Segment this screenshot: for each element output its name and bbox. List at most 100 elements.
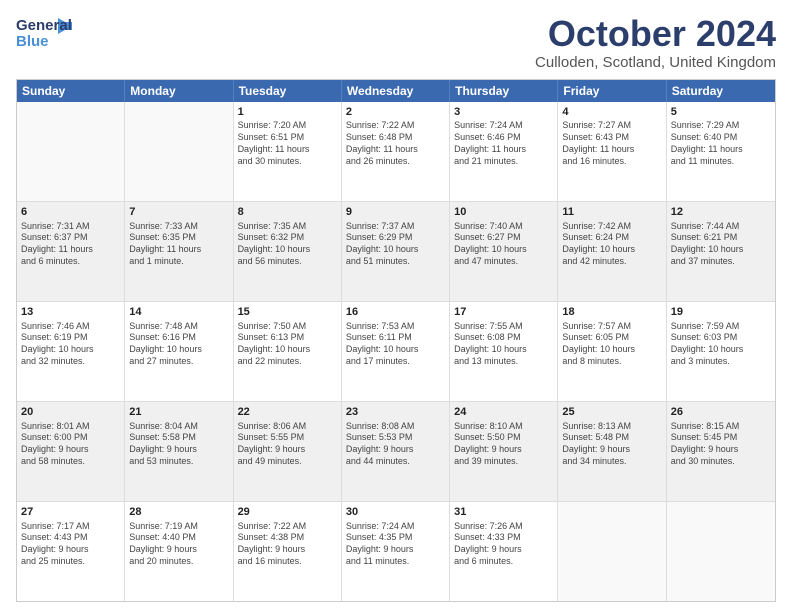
day-cell-22: 22Sunrise: 8:06 AMSunset: 5:55 PMDayligh… bbox=[234, 402, 342, 501]
title-area: October 2024 Culloden, Scotland, United … bbox=[535, 14, 776, 71]
cell-info: Sunrise: 7:40 AMSunset: 6:27 PMDaylight:… bbox=[454, 221, 553, 268]
cell-info: Sunrise: 7:35 AMSunset: 6:32 PMDaylight:… bbox=[238, 221, 337, 268]
day-number: 28 bbox=[129, 505, 228, 520]
cell-info: Sunrise: 7:42 AMSunset: 6:24 PMDaylight:… bbox=[562, 221, 661, 268]
day-number: 25 bbox=[562, 405, 661, 420]
day-number: 22 bbox=[238, 405, 337, 420]
day-number: 18 bbox=[562, 305, 661, 320]
header-day-saturday: Saturday bbox=[667, 80, 775, 102]
day-cell-29: 29Sunrise: 7:22 AMSunset: 4:38 PMDayligh… bbox=[234, 502, 342, 601]
day-number: 14 bbox=[129, 305, 228, 320]
day-cell-9: 9Sunrise: 7:37 AMSunset: 6:29 PMDaylight… bbox=[342, 202, 450, 301]
day-number: 4 bbox=[562, 105, 661, 120]
cal-row-2: 13Sunrise: 7:46 AMSunset: 6:19 PMDayligh… bbox=[17, 302, 775, 402]
day-number: 8 bbox=[238, 205, 337, 220]
day-number: 21 bbox=[129, 405, 228, 420]
empty-cell-4-5 bbox=[558, 502, 666, 601]
day-cell-17: 17Sunrise: 7:55 AMSunset: 6:08 PMDayligh… bbox=[450, 302, 558, 401]
day-number: 12 bbox=[671, 205, 771, 220]
day-number: 10 bbox=[454, 205, 553, 220]
day-cell-12: 12Sunrise: 7:44 AMSunset: 6:21 PMDayligh… bbox=[667, 202, 775, 301]
day-cell-18: 18Sunrise: 7:57 AMSunset: 6:05 PMDayligh… bbox=[558, 302, 666, 401]
day-number: 3 bbox=[454, 105, 553, 120]
cell-info: Sunrise: 7:22 AMSunset: 4:38 PMDaylight:… bbox=[238, 521, 337, 568]
day-cell-30: 30Sunrise: 7:24 AMSunset: 4:35 PMDayligh… bbox=[342, 502, 450, 601]
day-cell-11: 11Sunrise: 7:42 AMSunset: 6:24 PMDayligh… bbox=[558, 202, 666, 301]
cell-info: Sunrise: 7:24 AMSunset: 4:35 PMDaylight:… bbox=[346, 521, 445, 568]
day-number: 31 bbox=[454, 505, 553, 520]
header: GeneralBlue October 2024 Culloden, Scotl… bbox=[16, 14, 776, 71]
cell-info: Sunrise: 7:53 AMSunset: 6:11 PMDaylight:… bbox=[346, 321, 445, 368]
day-number: 27 bbox=[21, 505, 120, 520]
cell-info: Sunrise: 7:37 AMSunset: 6:29 PMDaylight:… bbox=[346, 221, 445, 268]
svg-text:Blue: Blue bbox=[16, 33, 49, 50]
day-cell-1: 1Sunrise: 7:20 AMSunset: 6:51 PMDaylight… bbox=[234, 102, 342, 201]
day-cell-21: 21Sunrise: 8:04 AMSunset: 5:58 PMDayligh… bbox=[125, 402, 233, 501]
day-number: 17 bbox=[454, 305, 553, 320]
day-number: 24 bbox=[454, 405, 553, 420]
cell-info: Sunrise: 8:10 AMSunset: 5:50 PMDaylight:… bbox=[454, 421, 553, 468]
calendar-header: SundayMondayTuesdayWednesdayThursdayFrid… bbox=[17, 80, 775, 102]
main-title: October 2024 bbox=[535, 14, 776, 54]
logo-svg: GeneralBlue bbox=[16, 14, 76, 52]
header-day-sunday: Sunday bbox=[17, 80, 125, 102]
cell-info: Sunrise: 7:19 AMSunset: 4:40 PMDaylight:… bbox=[129, 521, 228, 568]
day-number: 15 bbox=[238, 305, 337, 320]
empty-cell-0-0 bbox=[17, 102, 125, 201]
day-cell-27: 27Sunrise: 7:17 AMSunset: 4:43 PMDayligh… bbox=[17, 502, 125, 601]
day-number: 30 bbox=[346, 505, 445, 520]
day-number: 5 bbox=[671, 105, 771, 120]
cal-row-4: 27Sunrise: 7:17 AMSunset: 4:43 PMDayligh… bbox=[17, 502, 775, 601]
day-number: 16 bbox=[346, 305, 445, 320]
cell-info: Sunrise: 8:15 AMSunset: 5:45 PMDaylight:… bbox=[671, 421, 771, 468]
day-number: 26 bbox=[671, 405, 771, 420]
day-cell-14: 14Sunrise: 7:48 AMSunset: 6:16 PMDayligh… bbox=[125, 302, 233, 401]
logo: GeneralBlue bbox=[16, 14, 76, 52]
day-number: 1 bbox=[238, 105, 337, 120]
cell-info: Sunrise: 7:26 AMSunset: 4:33 PMDaylight:… bbox=[454, 521, 553, 568]
cell-info: Sunrise: 7:20 AMSunset: 6:51 PMDaylight:… bbox=[238, 120, 337, 167]
day-cell-3: 3Sunrise: 7:24 AMSunset: 6:46 PMDaylight… bbox=[450, 102, 558, 201]
day-cell-25: 25Sunrise: 8:13 AMSunset: 5:48 PMDayligh… bbox=[558, 402, 666, 501]
day-number: 7 bbox=[129, 205, 228, 220]
day-cell-6: 6Sunrise: 7:31 AMSunset: 6:37 PMDaylight… bbox=[17, 202, 125, 301]
day-number: 2 bbox=[346, 105, 445, 120]
cell-info: Sunrise: 7:27 AMSunset: 6:43 PMDaylight:… bbox=[562, 120, 661, 167]
cell-info: Sunrise: 8:13 AMSunset: 5:48 PMDaylight:… bbox=[562, 421, 661, 468]
day-number: 20 bbox=[21, 405, 120, 420]
day-number: 29 bbox=[238, 505, 337, 520]
cell-info: Sunrise: 7:44 AMSunset: 6:21 PMDaylight:… bbox=[671, 221, 771, 268]
day-cell-7: 7Sunrise: 7:33 AMSunset: 6:35 PMDaylight… bbox=[125, 202, 233, 301]
cell-info: Sunrise: 7:55 AMSunset: 6:08 PMDaylight:… bbox=[454, 321, 553, 368]
cell-info: Sunrise: 7:31 AMSunset: 6:37 PMDaylight:… bbox=[21, 221, 120, 268]
header-day-friday: Friday bbox=[558, 80, 666, 102]
cal-row-0: 1Sunrise: 7:20 AMSunset: 6:51 PMDaylight… bbox=[17, 102, 775, 202]
day-cell-10: 10Sunrise: 7:40 AMSunset: 6:27 PMDayligh… bbox=[450, 202, 558, 301]
cell-info: Sunrise: 7:59 AMSunset: 6:03 PMDaylight:… bbox=[671, 321, 771, 368]
day-cell-23: 23Sunrise: 8:08 AMSunset: 5:53 PMDayligh… bbox=[342, 402, 450, 501]
day-cell-8: 8Sunrise: 7:35 AMSunset: 6:32 PMDaylight… bbox=[234, 202, 342, 301]
cell-info: Sunrise: 7:22 AMSunset: 6:48 PMDaylight:… bbox=[346, 120, 445, 167]
cell-info: Sunrise: 8:04 AMSunset: 5:58 PMDaylight:… bbox=[129, 421, 228, 468]
svg-text:General: General bbox=[16, 17, 72, 34]
cell-info: Sunrise: 7:48 AMSunset: 6:16 PMDaylight:… bbox=[129, 321, 228, 368]
day-cell-24: 24Sunrise: 8:10 AMSunset: 5:50 PMDayligh… bbox=[450, 402, 558, 501]
day-cell-20: 20Sunrise: 8:01 AMSunset: 6:00 PMDayligh… bbox=[17, 402, 125, 501]
empty-cell-0-1 bbox=[125, 102, 233, 201]
day-cell-13: 13Sunrise: 7:46 AMSunset: 6:19 PMDayligh… bbox=[17, 302, 125, 401]
day-number: 13 bbox=[21, 305, 120, 320]
cell-info: Sunrise: 7:33 AMSunset: 6:35 PMDaylight:… bbox=[129, 221, 228, 268]
header-day-wednesday: Wednesday bbox=[342, 80, 450, 102]
cell-info: Sunrise: 7:29 AMSunset: 6:40 PMDaylight:… bbox=[671, 120, 771, 167]
day-cell-2: 2Sunrise: 7:22 AMSunset: 6:48 PMDaylight… bbox=[342, 102, 450, 201]
day-number: 11 bbox=[562, 205, 661, 220]
day-cell-26: 26Sunrise: 8:15 AMSunset: 5:45 PMDayligh… bbox=[667, 402, 775, 501]
cal-row-1: 6Sunrise: 7:31 AMSunset: 6:37 PMDaylight… bbox=[17, 202, 775, 302]
day-number: 23 bbox=[346, 405, 445, 420]
day-number: 9 bbox=[346, 205, 445, 220]
cell-info: Sunrise: 7:46 AMSunset: 6:19 PMDaylight:… bbox=[21, 321, 120, 368]
cell-info: Sunrise: 7:17 AMSunset: 4:43 PMDaylight:… bbox=[21, 521, 120, 568]
header-day-tuesday: Tuesday bbox=[234, 80, 342, 102]
day-number: 6 bbox=[21, 205, 120, 220]
day-cell-19: 19Sunrise: 7:59 AMSunset: 6:03 PMDayligh… bbox=[667, 302, 775, 401]
